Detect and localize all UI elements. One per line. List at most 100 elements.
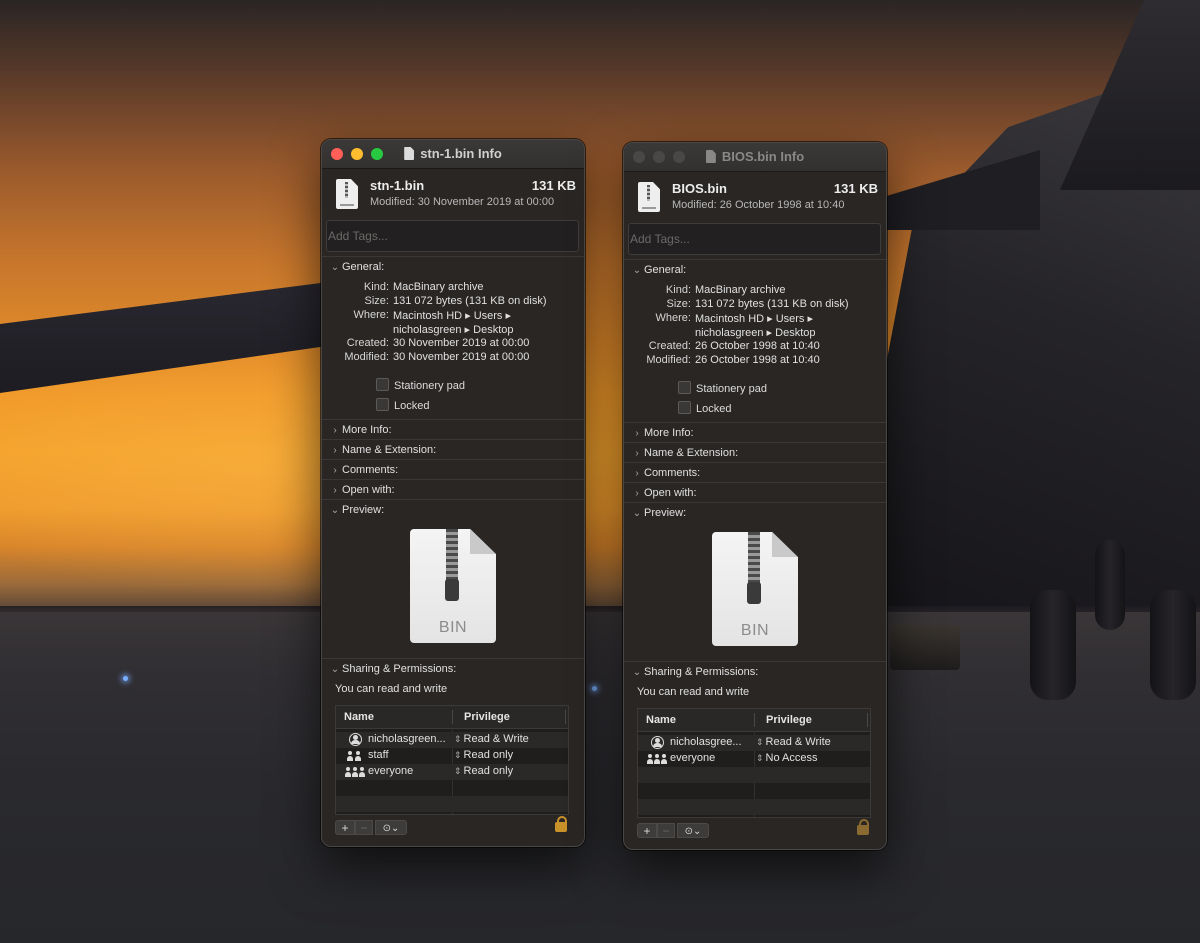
section-comments-toggle[interactable]: › Comments: [322,459,584,480]
group-icon [647,753,667,764]
runway-ground [0,612,1200,943]
document-icon [705,150,716,163]
column-header-privilege[interactable]: Privilege [464,711,510,723]
locked-checkbox[interactable]: Locked [678,401,731,415]
file-name: BIOS.bin [672,181,727,196]
chevron-down-icon: ⌄ [632,508,642,519]
permissions-table[interactable]: Name Privilege nicholasgree... ⇕ Read & W… [637,708,871,818]
updown-arrows-icon: ⇕ [454,734,462,744]
section-more-info-toggle[interactable]: › More Info: [322,419,584,440]
info-window-bios[interactable]: BIOS.bin Info BIOS.bin 131 KB Modified: … [623,142,887,850]
privilege-select[interactable]: ⇕ Read & Write [756,736,831,748]
user-icon [348,733,362,746]
privilege-select[interactable]: ⇕ No Access [756,752,818,764]
locked-checkbox[interactable]: Locked [376,398,429,412]
checkbox[interactable] [376,398,389,411]
chevron-right-icon: › [333,485,337,496]
section-comments-toggle[interactable]: › Comments: [624,462,886,483]
empty-row [638,783,870,799]
chevron-right-icon: › [333,425,337,436]
action-menu-button[interactable]: ⊙⌄ [677,823,709,838]
privilege-select[interactable]: ⇕ Read only [454,765,513,777]
chevron-right-icon: › [635,448,639,459]
table-row[interactable]: nicholasgreen... ⇕ Read & Write [336,732,568,748]
table-row[interactable]: staff ⇕ Read only [336,748,568,764]
section-open-with-toggle[interactable]: › Open with: [624,482,886,503]
permissions-toolbar: + − ⊙⌄ [637,819,871,841]
landing-gear [1030,590,1076,700]
desktop-wallpaper [0,0,1200,943]
chevron-right-icon: › [635,488,639,499]
chevron-down-icon: ⌄ [330,505,340,516]
tags-input[interactable] [326,220,579,252]
table-row[interactable]: nicholasgree... ⇕ Read & Write [638,735,870,751]
privilege-select[interactable]: ⇕ Read & Write [454,733,529,745]
window-title: stn-1.bin Info [322,146,584,161]
section-sharing-toggle[interactable]: ⌄ Sharing & Permissions: [624,661,886,682]
modified-summary: Modified: 26 October 1998 at 10:40 [672,199,845,211]
section-name-extension-toggle[interactable]: › Name & Extension: [322,439,584,460]
lock-icon[interactable] [857,819,869,835]
action-menu-button[interactable]: ⊙⌄ [375,820,407,835]
chevron-down-icon: ⌄ [632,265,642,276]
group-icon [345,750,365,761]
landing-gear [1095,540,1125,630]
file-size: 131 KB [833,181,878,196]
archive-file-icon [336,179,358,209]
add-user-button[interactable]: + [637,823,657,838]
remove-user-button[interactable]: − [355,820,373,835]
window-titlebar[interactable]: stn-1.bin Info [322,140,584,169]
checkbox[interactable] [376,378,389,391]
privilege-select[interactable]: ⇕ Read only [454,749,513,761]
chevron-down-icon: ⌄ [632,667,642,678]
table-header: Name Privilege [336,706,568,729]
user-icon [650,736,664,749]
empty-row [638,767,870,783]
chevron-right-icon: › [333,445,337,456]
tags-input[interactable] [628,223,881,255]
chevron-down-icon: ⌄ [330,664,340,675]
section-open-with-toggle[interactable]: › Open with: [322,479,584,500]
permissions-toolbar: + − ⊙⌄ [335,816,569,838]
updown-arrows-icon: ⇕ [454,766,462,776]
permission-summary: You can read and write [335,683,448,695]
column-header-name[interactable]: Name [646,714,676,726]
document-icon [404,147,415,160]
add-user-button[interactable]: + [335,820,355,835]
permission-summary: You can read and write [637,686,750,698]
checkbox[interactable] [678,401,691,414]
section-general-toggle[interactable]: ⌄ General: [322,256,584,277]
empty-row [336,796,568,812]
section-preview-toggle[interactable]: ⌄ Preview: [624,502,886,523]
table-row[interactable]: everyone ⇕ Read only [336,764,568,780]
permissions-table[interactable]: Name Privilege nicholasgreen... ⇕ Read & … [335,705,569,815]
section-name-extension-toggle[interactable]: › Name & Extension: [624,442,886,463]
modified-summary: Modified: 30 November 2019 at 00:00 [370,196,555,208]
updown-arrows-icon: ⇕ [756,737,764,747]
remove-user-button[interactable]: − [657,823,675,838]
window-titlebar[interactable]: BIOS.bin Info [624,143,886,172]
file-name: stn-1.bin [370,178,425,193]
ground-vehicle [890,625,960,670]
updown-arrows-icon: ⇕ [756,753,764,763]
preview-bin-file-icon: BIN [410,529,496,643]
checkbox[interactable] [678,381,691,394]
section-preview-toggle[interactable]: ⌄ Preview: [322,499,584,520]
column-header-privilege[interactable]: Privilege [766,714,812,726]
section-general-toggle[interactable]: ⌄ General: [624,259,886,280]
stationery-pad-checkbox[interactable]: Stationery pad [678,381,767,395]
runway-light [592,686,597,691]
section-sharing-toggle[interactable]: ⌄ Sharing & Permissions: [322,658,584,679]
column-header-name[interactable]: Name [344,711,374,723]
window-title: BIOS.bin Info [624,149,886,164]
stationery-pad-checkbox[interactable]: Stationery pad [376,378,465,392]
landing-gear [1150,590,1196,700]
group-icon [345,766,365,777]
empty-row [336,780,568,796]
file-header: stn-1.bin 131 KB Modified: 30 November 2… [322,170,584,220]
info-window-stn-1[interactable]: stn-1.bin Info stn-1.bin 131 KB Modified… [321,139,585,847]
lock-icon[interactable] [555,816,567,832]
preview-bin-file-icon: BIN [712,532,798,646]
section-more-info-toggle[interactable]: › More Info: [624,422,886,443]
table-row[interactable]: everyone ⇕ No Access [638,751,870,767]
